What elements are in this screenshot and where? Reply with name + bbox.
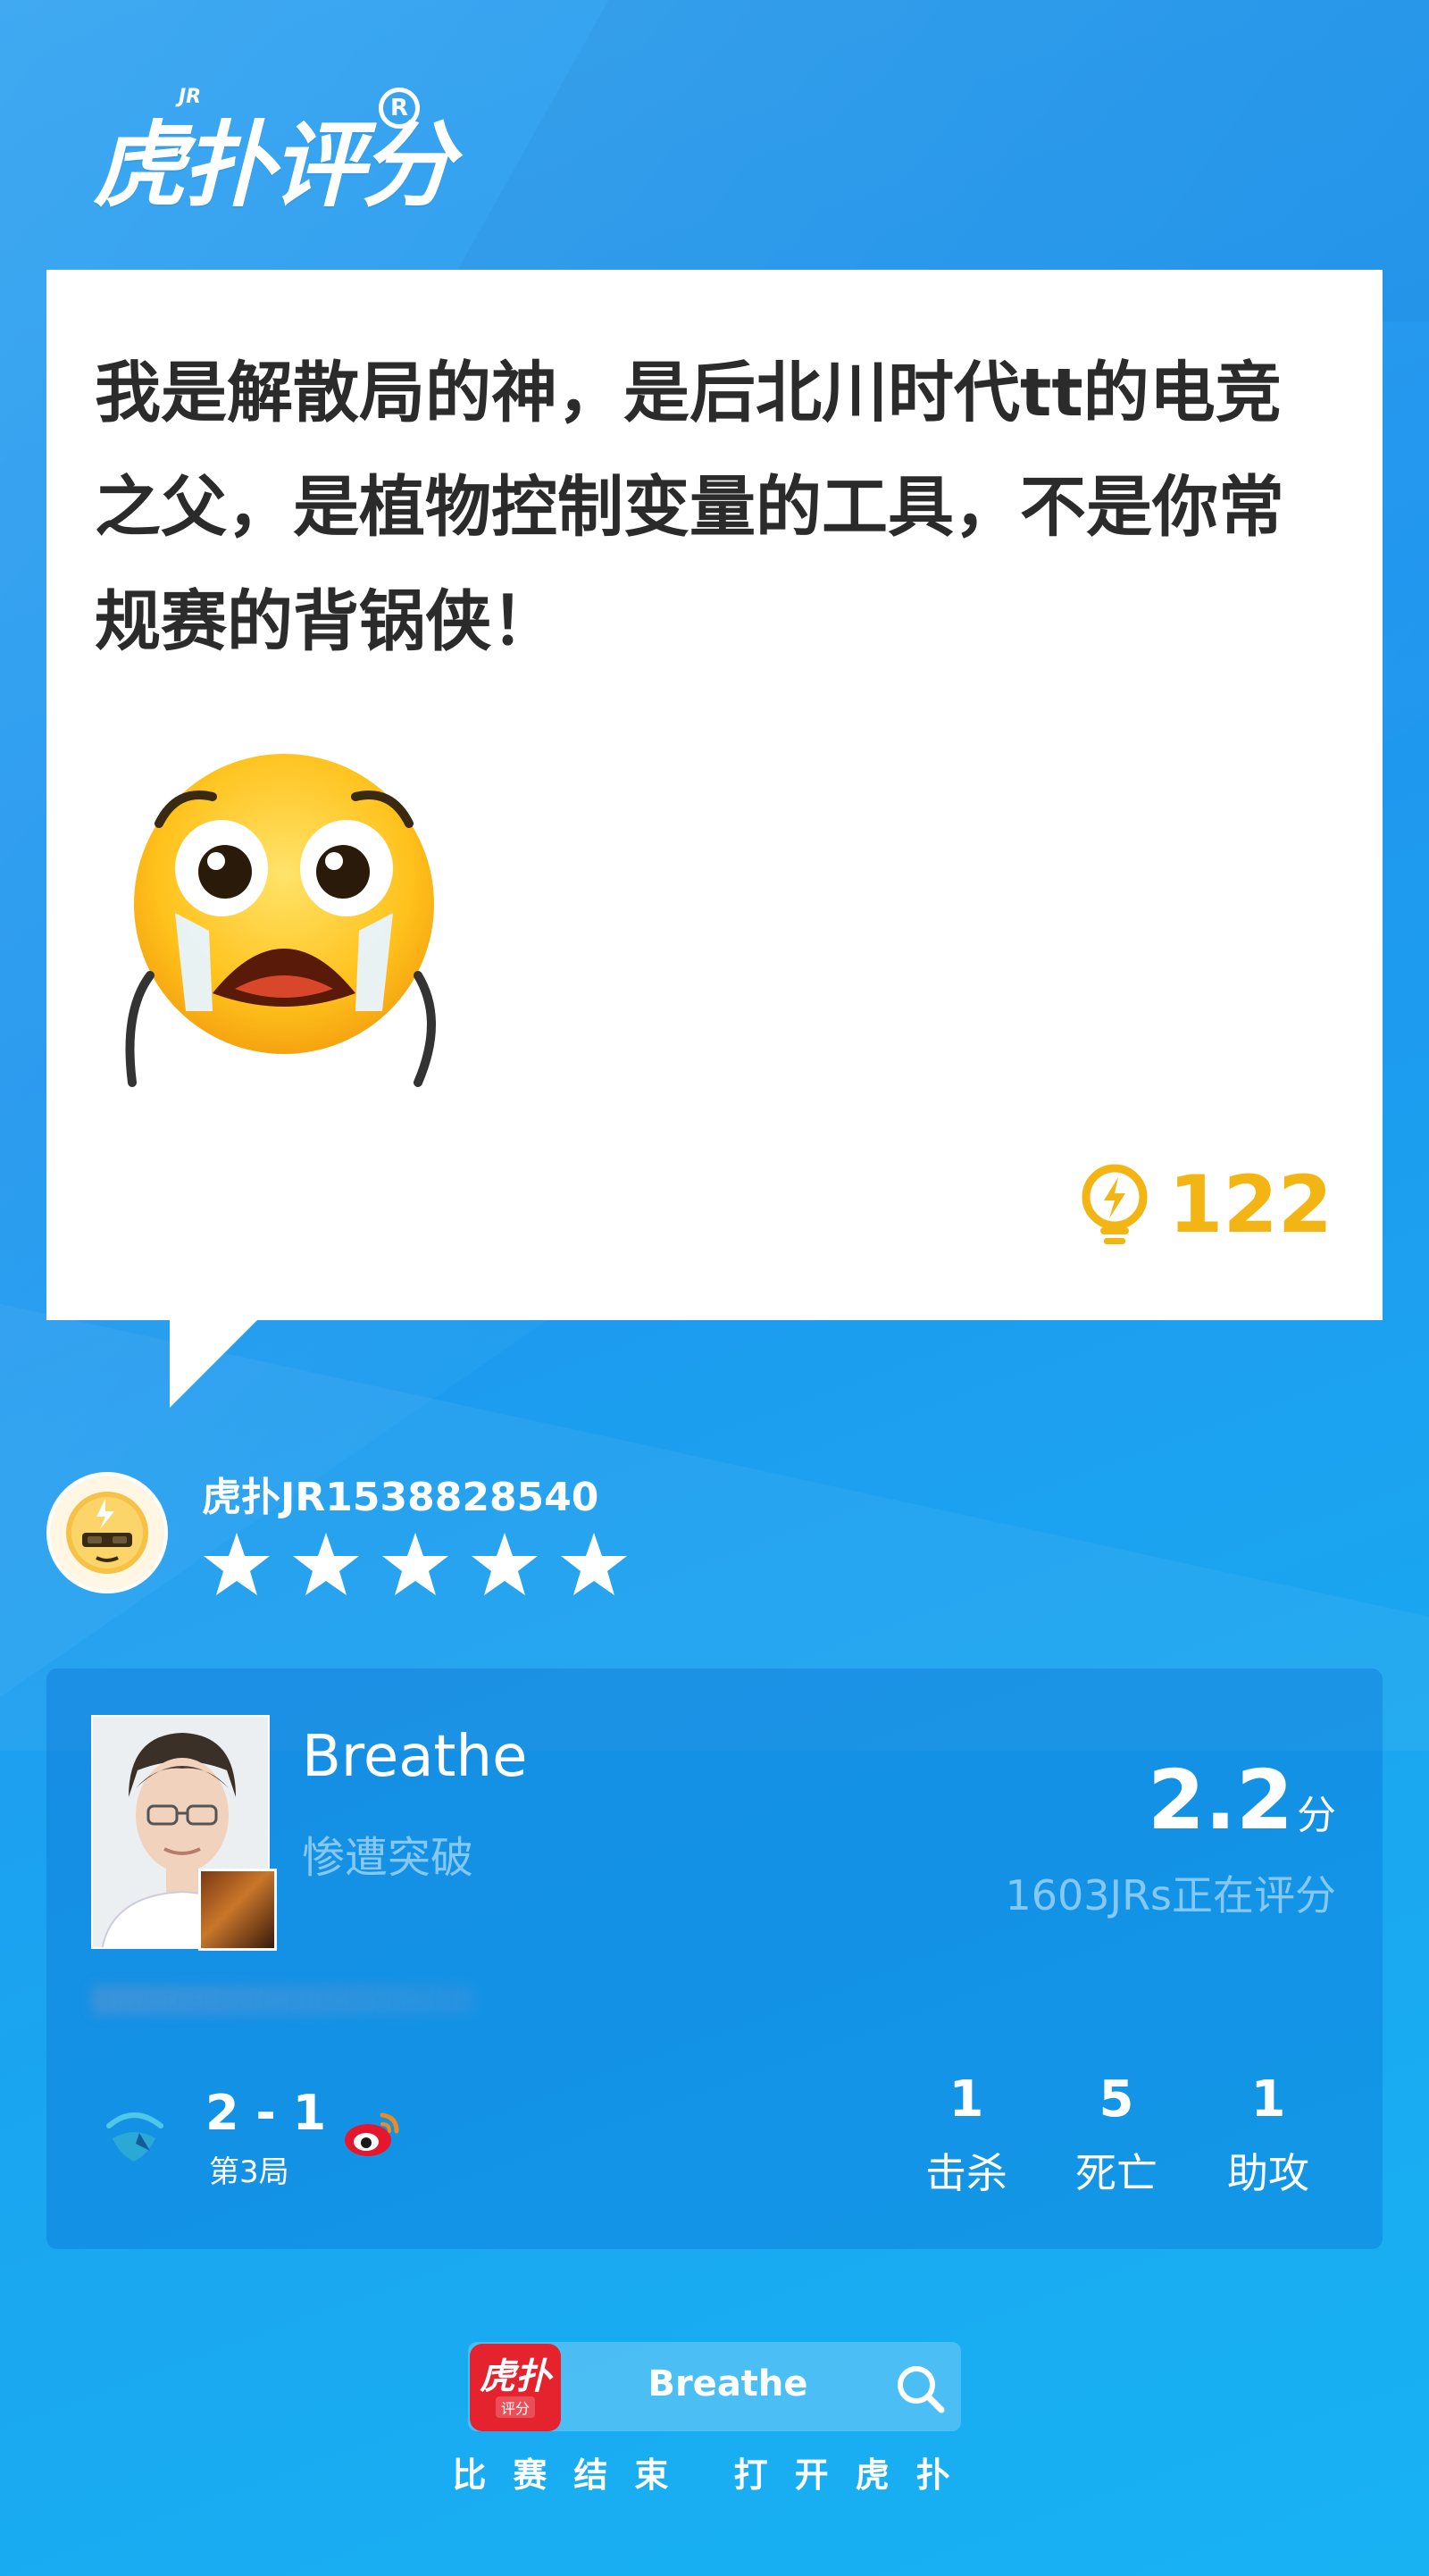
player-score: 2.2分 <box>1148 1752 1336 1848</box>
app-icon-text: 虎扑 <box>480 2356 551 2397</box>
player-tag: 惨遭突破 <box>302 1833 474 1883</box>
assists-label: 助攻 <box>1227 2149 1309 2197</box>
score-value: 2.2 <box>1148 1752 1293 1848</box>
team-logo-icon <box>106 2112 163 2162</box>
deaths-label: 死亡 <box>1075 2149 1157 2197</box>
star-icon <box>293 1533 359 1595</box>
star-icon <box>472 1533 538 1595</box>
rating-stars <box>202 1531 629 1599</box>
speech-bubble-tail <box>170 1318 259 1408</box>
player-name[interactable]: Breathe <box>302 1724 527 1790</box>
deaths-stat: 5 死亡 <box>1054 2070 1179 2200</box>
registered-mark: R <box>379 88 420 129</box>
champion-thumbnail <box>198 1869 277 1951</box>
search-icon[interactable] <box>893 2362 947 2415</box>
kills-label: 击杀 <box>925 2149 1007 2197</box>
assists-stat: 1 助攻 <box>1206 2070 1331 2200</box>
kills-stat: 1 击杀 <box>904 2070 1029 2200</box>
search-query[interactable]: Breathe <box>607 2363 848 2405</box>
app-icon-subtext: 评分 <box>495 2396 535 2418</box>
rater-count: 1603JRs正在评分 <box>1005 1871 1336 1919</box>
sunglasses-bot-avatar-icon <box>66 1492 148 1574</box>
avatar[interactable] <box>46 1472 168 1593</box>
star-icon <box>382 1533 448 1595</box>
like-count: 122 <box>1168 1158 1333 1250</box>
logo-jr-mark: JR <box>179 86 202 108</box>
comment-text: 我是解散局的神，是后北川时代tt的电竞之父，是植物控制变量的工具，不是你常规赛的… <box>95 355 1284 660</box>
assists-value: 1 <box>1250 2070 1286 2129</box>
match-score: 2 - 1 <box>205 2085 327 2141</box>
kills-value: 1 <box>948 2070 984 2129</box>
hupu-app-icon[interactable]: 虎扑 评分 <box>470 2344 561 2431</box>
commenter-username[interactable]: 虎扑JR1538828540 <box>202 1465 598 1522</box>
lightbulb-icon <box>1082 1164 1148 1244</box>
star-icon <box>204 1533 270 1595</box>
comment-card: 我是解散局的神，是后北川时代tt的电竞之父，是植物控制变量的工具，不是你常规赛的… <box>46 270 1383 1320</box>
deaths-value: 5 <box>1099 2070 1134 2129</box>
score-unit: 分 <box>1297 1793 1336 1838</box>
weibo-gaming-logo-icon <box>345 2112 399 2156</box>
like-counter[interactable]: 122 <box>1077 1158 1333 1250</box>
crying-face-icon <box>125 754 436 1087</box>
match-round: 第3局 <box>209 2154 289 2190</box>
blurred-text <box>91 1985 475 2015</box>
footer-caption: 比赛结束 打开虎扑 <box>452 2455 977 2495</box>
star-icon <box>561 1533 627 1595</box>
